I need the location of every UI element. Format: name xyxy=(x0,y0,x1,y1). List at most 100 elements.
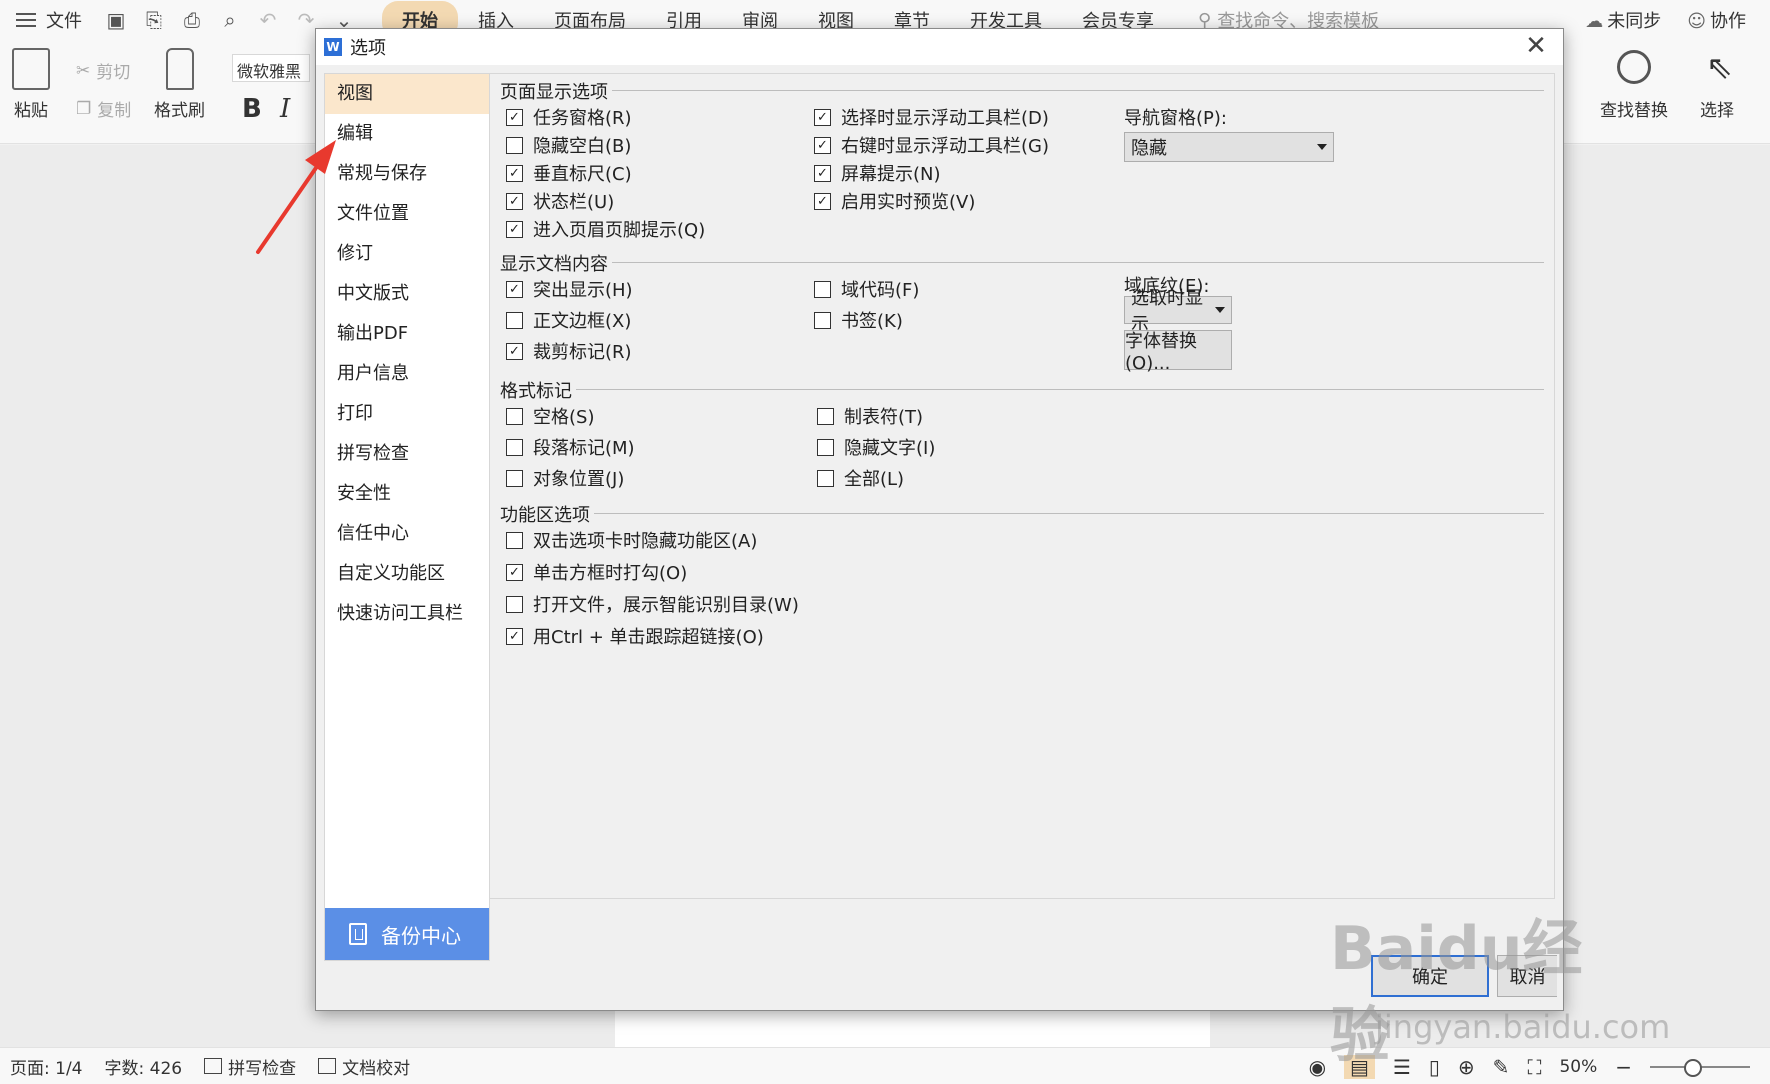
checkbox-box[interactable] xyxy=(506,136,523,154)
checkbox-box[interactable] xyxy=(506,563,523,581)
checkbox-float-toolbar-select[interactable]: 选择时显示浮动工具栏(D) xyxy=(814,104,1049,130)
eye-protect-icon[interactable]: ◉ xyxy=(1309,1055,1326,1079)
checkbox-box[interactable] xyxy=(506,342,523,360)
checkbox-box[interactable] xyxy=(817,469,834,487)
checkbox-box[interactable] xyxy=(506,407,523,425)
checkbox-box[interactable] xyxy=(506,469,523,487)
sync-button[interactable]: ☁ 未同步 xyxy=(1585,7,1661,33)
backup-center-button[interactable]: 备份中心 xyxy=(325,908,489,960)
checkbox-box[interactable] xyxy=(814,280,831,298)
file-menu[interactable]: 文件 xyxy=(0,7,96,33)
nav-pane-select[interactable]: 隐藏 xyxy=(1124,132,1334,162)
page-indicator[interactable]: 页面: 1/4 xyxy=(10,1054,83,1079)
checkbox-box[interactable] xyxy=(506,220,523,238)
checkbox-box[interactable] xyxy=(814,192,831,210)
spell-check-toggle[interactable]: 拼写检查 xyxy=(204,1054,296,1079)
checkbox-box[interactable] xyxy=(506,627,523,645)
proof-icon xyxy=(318,1058,337,1074)
nav-item-view[interactable]: 视图 xyxy=(325,74,489,114)
checkbox-box[interactable] xyxy=(814,164,831,182)
doc-proof-button[interactable]: 文档校对 xyxy=(318,1054,410,1079)
nav-item-security[interactable]: 安全性 xyxy=(325,474,489,514)
checkbox-box[interactable] xyxy=(506,438,523,456)
checkbox-click-to-check[interactable]: 单击方框时打勾(O) xyxy=(506,559,687,585)
close-icon[interactable]: ✕ xyxy=(1521,31,1551,61)
checkbox-label: 全部(L) xyxy=(844,469,905,490)
print-icon[interactable]: ⎙ xyxy=(180,8,204,32)
checkbox-box[interactable] xyxy=(506,311,523,329)
italic-button[interactable]: I xyxy=(280,94,290,124)
checkbox-task-pane[interactable]: 任务窗格(R) xyxy=(506,104,632,130)
checkbox-header-footer-hint[interactable]: 进入页眉页脚提示(Q) xyxy=(506,216,705,242)
options-nav: 视图 编辑 常规与保存 文件位置 修订 中文版式 输出PDF 用户信息 打印 拼… xyxy=(324,73,490,961)
export-icon[interactable]: ⎘ xyxy=(142,8,166,32)
checkbox-box[interactable] xyxy=(506,108,523,126)
nav-item-export-pdf[interactable]: 输出PDF xyxy=(325,314,489,354)
nav-item-trust-center[interactable]: 信任中心 xyxy=(325,514,489,554)
save-icon[interactable]: ▣ xyxy=(104,8,128,32)
checkbox-box[interactable] xyxy=(814,108,831,126)
checkbox-float-toolbar-rightclick[interactable]: 右键时显示浮动工具栏(G) xyxy=(814,132,1049,158)
font-name-field[interactable]: 微软雅黑 xyxy=(232,54,310,82)
format-painter-button[interactable]: 格式刷 xyxy=(154,48,205,121)
document-page[interactable] xyxy=(615,1010,1210,1050)
nav-item-user-info[interactable]: 用户信息 xyxy=(325,354,489,394)
checkbox-box[interactable] xyxy=(817,438,834,456)
checkbox-box[interactable] xyxy=(506,164,523,182)
watermark-logo: Baidu经验 xyxy=(1330,914,1583,1071)
checkbox-text-border[interactable]: 正文边框(X) xyxy=(506,307,631,333)
checkbox-hide-whitespace[interactable]: 隐藏空白(B) xyxy=(506,132,631,158)
checkbox-box[interactable] xyxy=(814,136,831,154)
checkbox-hidden-text[interactable]: 隐藏文字(I) xyxy=(817,434,935,460)
nav-item-chinese-layout[interactable]: 中文版式 xyxy=(325,274,489,314)
checkbox-status-bar[interactable]: 状态栏(U) xyxy=(506,188,614,214)
checkbox-crop-marks[interactable]: 裁剪标记(R) xyxy=(506,338,632,364)
collab-button[interactable]: ☺ 协作 xyxy=(1687,7,1746,33)
nav-item-spell-check[interactable]: 拼写检查 xyxy=(325,434,489,474)
checkbox-all-marks[interactable]: 全部(L) xyxy=(817,465,904,491)
nav-item-edit[interactable]: 编辑 xyxy=(325,114,489,154)
checkbox-object-anchors[interactable]: 对象位置(J) xyxy=(506,465,624,491)
checkbox-tab-chars[interactable]: 制表符(T) xyxy=(817,403,923,429)
nav-item-print[interactable]: 打印 xyxy=(325,394,489,434)
nav-pane-label: 导航窗格(P): xyxy=(1124,108,1227,129)
find-replace-button[interactable]: 查找替换 xyxy=(1600,50,1668,121)
hamburger-icon xyxy=(16,13,36,27)
menubar-right: ☁ 未同步 ☺ 协作 xyxy=(1585,0,1746,40)
checkbox-ctrl-click-link[interactable]: 用Ctrl + 单击跟踪超链接(O) xyxy=(506,623,764,649)
nav-item-revision[interactable]: 修订 xyxy=(325,234,489,274)
field-shading-select[interactable]: 选取时显示 xyxy=(1124,288,1232,335)
checkbox-spaces[interactable]: 空格(S) xyxy=(506,403,594,429)
paste-button[interactable]: 粘贴 xyxy=(12,48,50,121)
checkbox-live-preview[interactable]: 启用实时预览(V) xyxy=(814,188,975,214)
nav-item-file-location[interactable]: 文件位置 xyxy=(325,194,489,234)
checkbox-vertical-ruler[interactable]: 垂直标尺(C) xyxy=(506,160,632,186)
bold-button[interactable]: B xyxy=(242,94,262,124)
checkbox-box[interactable] xyxy=(814,311,831,329)
checkbox-highlight[interactable]: 突出显示(H) xyxy=(506,276,633,302)
checkbox-bookmarks[interactable]: 书签(K) xyxy=(814,307,903,333)
checkbox-box[interactable] xyxy=(506,531,523,549)
checkbox-smart-toc[interactable]: 打开文件，展示智能识别目录(W) xyxy=(506,591,799,617)
checkbox-field-codes[interactable]: 域代码(F) xyxy=(814,276,919,302)
checkbox-box[interactable] xyxy=(506,595,523,613)
font-substitution-button[interactable]: 字体替换(O)... xyxy=(1124,330,1232,374)
checkbox-box[interactable] xyxy=(506,280,523,298)
word-count[interactable]: 字数: 426 xyxy=(105,1054,183,1079)
checkbox-box[interactable] xyxy=(817,407,834,425)
checkbox-dblclick-hide-ribbon[interactable]: 双击选项卡时隐藏功能区(A) xyxy=(506,527,757,553)
undo-icon[interactable]: ↶ xyxy=(256,8,280,32)
checkbox-box[interactable] xyxy=(506,192,523,210)
nav-item-general-save[interactable]: 常规与保存 xyxy=(325,154,489,194)
checkbox-paragraph-marks[interactable]: 段落标记(M) xyxy=(506,434,635,460)
copy-button[interactable]: ❐ 复制 xyxy=(76,96,131,122)
cut-button[interactable]: ✂ 剪切 xyxy=(76,58,130,84)
print-preview-icon[interactable]: ⌕ xyxy=(218,8,242,32)
checkbox-label: 进入页眉页脚提示(Q) xyxy=(533,220,706,241)
select-button[interactable]: ⇖ 选择 xyxy=(1700,50,1734,121)
zoom-slider[interactable] xyxy=(1650,1058,1750,1077)
checkbox-screen-tips[interactable]: 屏幕提示(N) xyxy=(814,160,941,186)
nav-item-quick-access[interactable]: 快速访问工具栏 xyxy=(325,594,489,634)
dialog-title-bar[interactable]: W 选项 ✕ xyxy=(316,29,1563,65)
nav-item-customize-ribbon[interactable]: 自定义功能区 xyxy=(325,554,489,594)
